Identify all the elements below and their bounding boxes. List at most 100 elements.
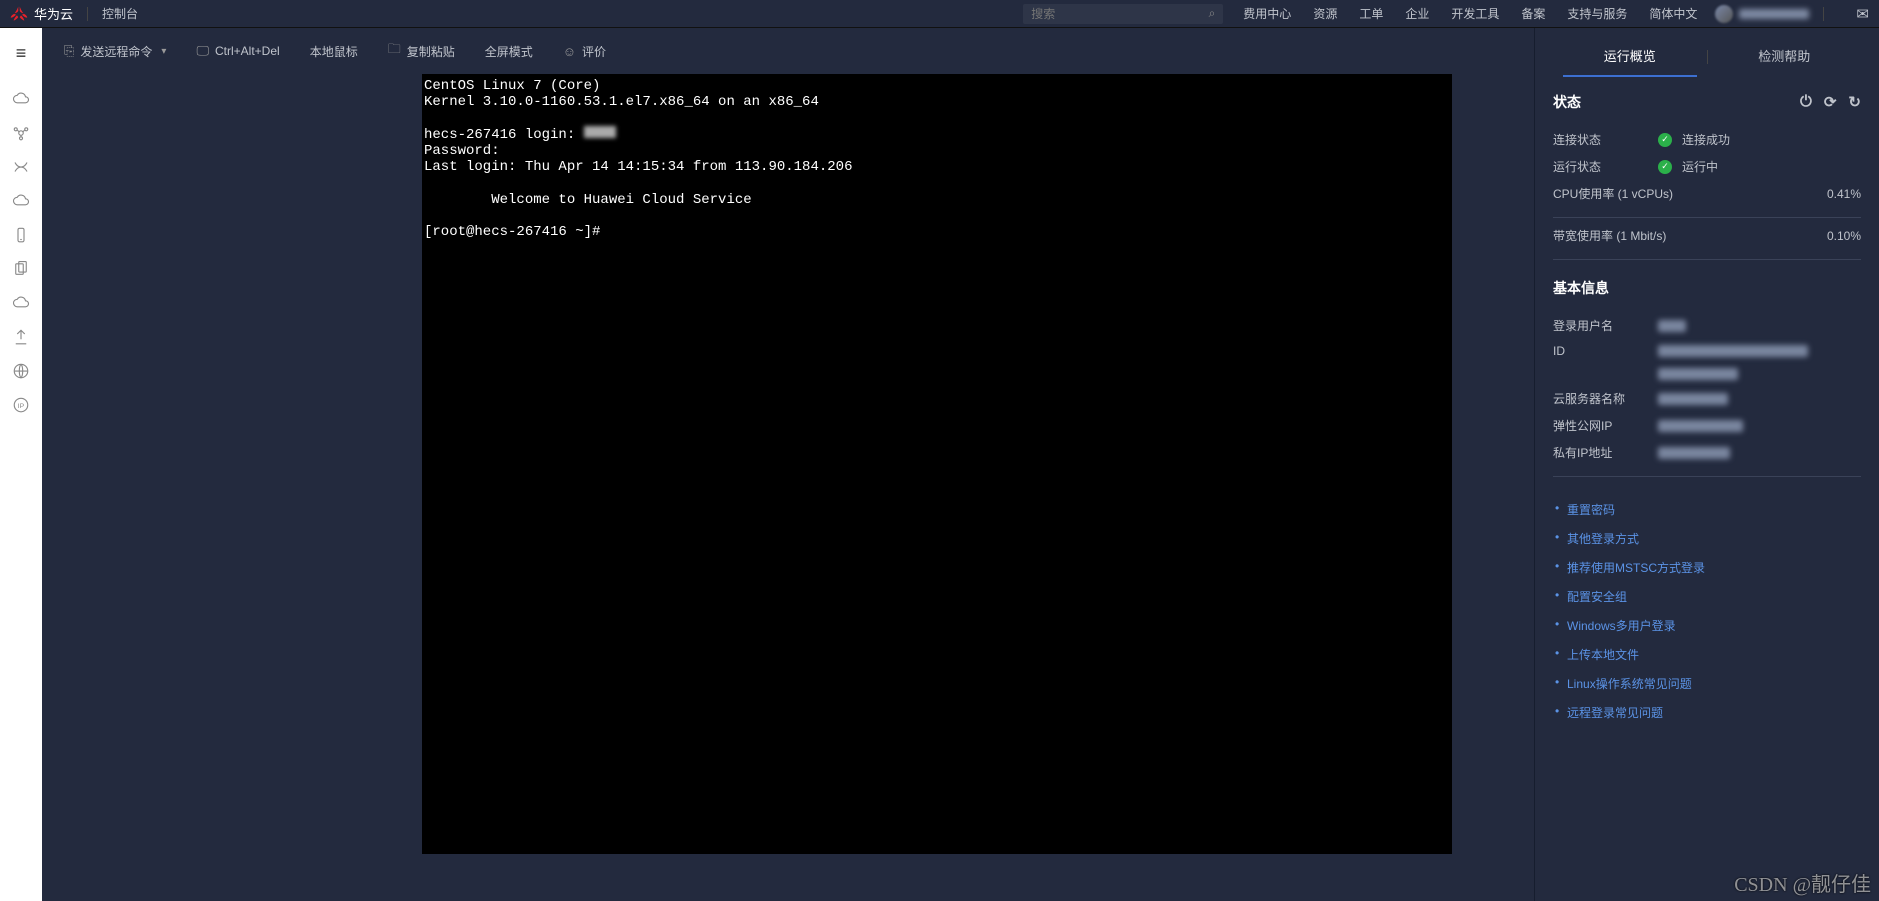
divider (1553, 259, 1861, 260)
copy-paste-label: 复制粘贴 (407, 43, 455, 60)
user-block[interactable] (1715, 5, 1809, 23)
refresh-icon[interactable]: ⟳ (1824, 93, 1837, 111)
redacted-value (1658, 368, 1738, 380)
terminal-line: Password: (424, 143, 500, 159)
link-reset-password[interactable]: 重置密码 (1567, 503, 1615, 517)
redacted-username (584, 126, 616, 138)
nav-icp[interactable]: 备案 (1521, 5, 1545, 22)
reload-icon[interactable]: ↻ (1848, 93, 1861, 111)
bandwidth-usage-label: 带宽使用率 (1 Mbit/s) (1553, 227, 1666, 244)
nav-resources[interactable]: 资源 (1313, 5, 1337, 22)
top-nav: 费用中心 资源 工单 企业 开发工具 备案 支持与服务 简体中文 (1243, 5, 1697, 22)
right-panel-tabs: 运行概览 检测帮助 (1553, 36, 1861, 78)
cloud2-icon[interactable] (6, 186, 36, 216)
redacted-value (1658, 345, 1808, 357)
basic-info-header: 基本信息 (1553, 278, 1861, 298)
server-name-row: 云服务器名称 (1553, 385, 1861, 412)
tab-help[interactable]: 检测帮助 (1708, 36, 1862, 77)
nav-billing[interactable]: 费用中心 (1243, 5, 1291, 22)
terminal-wrap: CentOS Linux 7 (Core) Kernel 3.10.0-1160… (42, 74, 1534, 901)
search-input[interactable] (1031, 7, 1208, 21)
smile-icon: ☺ (563, 44, 576, 59)
nav-devtools[interactable]: 开发工具 (1451, 5, 1499, 22)
feedback-button[interactable]: ☺ 评价 (563, 43, 606, 60)
terminal-prompt: [root@hecs-267416 ~]# (424, 224, 600, 240)
login-user-row: 登录用户名 (1553, 312, 1861, 339)
console-link[interactable]: 控制台 (102, 5, 138, 22)
ctrl-alt-del-button[interactable]: 🖵 Ctrl+Alt+Del (196, 43, 279, 59)
private-ip-row: 私有IP地址 (1553, 439, 1861, 466)
search-icon[interactable]: ⌕ (1209, 6, 1216, 21)
link-windows-multiuser[interactable]: Windows多用户登录 (1567, 619, 1676, 633)
id-row: ID (1553, 339, 1861, 363)
cpu-usage-label: CPU使用率 (1 vCPUs) (1553, 185, 1673, 202)
huawei-logo-icon (10, 5, 28, 23)
globe-icon[interactable] (6, 356, 36, 386)
redacted-value (1658, 320, 1686, 332)
terminal-line: CentOS Linux 7 (Core) (424, 78, 600, 94)
link-other-login[interactable]: 其他登录方式 (1567, 532, 1639, 546)
terminal-line: Last login: Thu Apr 14 14:15:34 from 113… (424, 159, 852, 175)
nav-tickets[interactable]: 工单 (1359, 5, 1383, 22)
private-ip-label: 私有IP地址 (1553, 444, 1658, 461)
cloud3-icon[interactable] (6, 288, 36, 318)
ctrl-alt-del-label: Ctrl+Alt+Del (215, 44, 280, 58)
fullscreen-label: 全屏模式 (485, 43, 533, 60)
send-remote-command-label: 发送远程命令 (80, 43, 152, 60)
left-rail: ≡ IP (0, 28, 42, 901)
eip-icon[interactable]: IP (6, 390, 36, 420)
connection-status-row: 连接状态 ✓ 连接成功 (1553, 126, 1861, 153)
running-status-row: 运行状态 ✓ 运行中 (1553, 153, 1861, 180)
link-security-group[interactable]: 配置安全组 (1567, 590, 1627, 604)
divider (1553, 217, 1861, 218)
id-row-2 (1553, 363, 1861, 385)
redacted-value (1658, 393, 1728, 405)
local-mouse-button[interactable]: 本地鼠标 (310, 43, 358, 60)
link-linux-faq[interactable]: Linux操作系统常见问题 (1567, 677, 1692, 691)
nav-support[interactable]: 支持与服务 (1567, 5, 1627, 22)
local-mouse-label: 本地鼠标 (310, 43, 358, 60)
running-status-value: 运行中 (1682, 158, 1718, 175)
status-dot-icon: ✓ (1658, 160, 1672, 174)
fullscreen-button[interactable]: 全屏模式 (485, 43, 533, 60)
nav-enterprise[interactable]: 企业 (1405, 5, 1429, 22)
brand-text: 华为云 (34, 4, 73, 23)
paste-icon: 🗀 (388, 40, 401, 62)
menu-icon[interactable]: ≡ (6, 38, 36, 68)
mail-icon[interactable]: ✉ (1856, 5, 1869, 23)
link-upload-file[interactable]: 上传本地文件 (1567, 648, 1639, 662)
cpu-usage-row: CPU使用率 (1 vCPUs) 0.41% (1553, 180, 1861, 207)
top-header: 华为云 控制台 ⌕ 费用中心 资源 工单 企业 开发工具 备案 支持与服务 简体… (0, 0, 1879, 28)
send-remote-command-button[interactable]: ⎘ 发送远程命令 (64, 43, 166, 60)
user-name-redacted (1739, 9, 1809, 19)
bandwidth-usage-row: 带宽使用率 (1 Mbit/s) 0.10% (1553, 222, 1861, 249)
network-icon[interactable] (6, 152, 36, 182)
terminal[interactable]: CentOS Linux 7 (Core) Kernel 3.10.0-1160… (422, 74, 1452, 854)
link-remote-login-faq[interactable]: 远程登录常见问题 (1567, 706, 1663, 720)
basic-info-title: 基本信息 (1553, 278, 1609, 298)
mobile-icon[interactable] (6, 220, 36, 250)
help-links-list: 重置密码 其他登录方式 推荐使用MSTSC方式登录 配置安全组 Windows多… (1553, 495, 1861, 727)
tab-overview[interactable]: 运行概览 (1553, 36, 1707, 77)
search-box[interactable]: ⌕ (1023, 4, 1223, 24)
power-icon[interactable]: ⏻ (1800, 93, 1812, 111)
divider (1823, 7, 1824, 21)
copy-paste-button[interactable]: 🗀 复制粘贴 (388, 40, 455, 62)
id-label: ID (1553, 344, 1658, 358)
nav-lang[interactable]: 简体中文 (1649, 5, 1697, 22)
upload-icon[interactable] (6, 322, 36, 352)
copy-icon[interactable] (6, 254, 36, 284)
send-icon: ⎘ (64, 43, 74, 59)
avatar (1715, 5, 1733, 23)
eip-row: 弹性公网IP (1553, 412, 1861, 439)
right-panel: 运行概览 检测帮助 状态 ⏻ ⟳ ↻ 连接状态 ✓ 连接成功 运行状态 ✓ (1534, 28, 1879, 901)
status-title: 状态 (1553, 92, 1581, 112)
connection-status-label: 连接状态 (1553, 131, 1658, 148)
link-mstsc-login[interactable]: 推荐使用MSTSC方式登录 (1567, 561, 1705, 575)
feedback-label: 评价 (582, 43, 606, 60)
cloud-icon[interactable] (6, 84, 36, 114)
status-dot-icon: ✓ (1658, 133, 1672, 147)
eip-label: 弹性公网IP (1553, 417, 1658, 434)
compute-icon[interactable] (6, 118, 36, 148)
status-section-header: 状态 ⏻ ⟳ ↻ (1553, 92, 1861, 112)
